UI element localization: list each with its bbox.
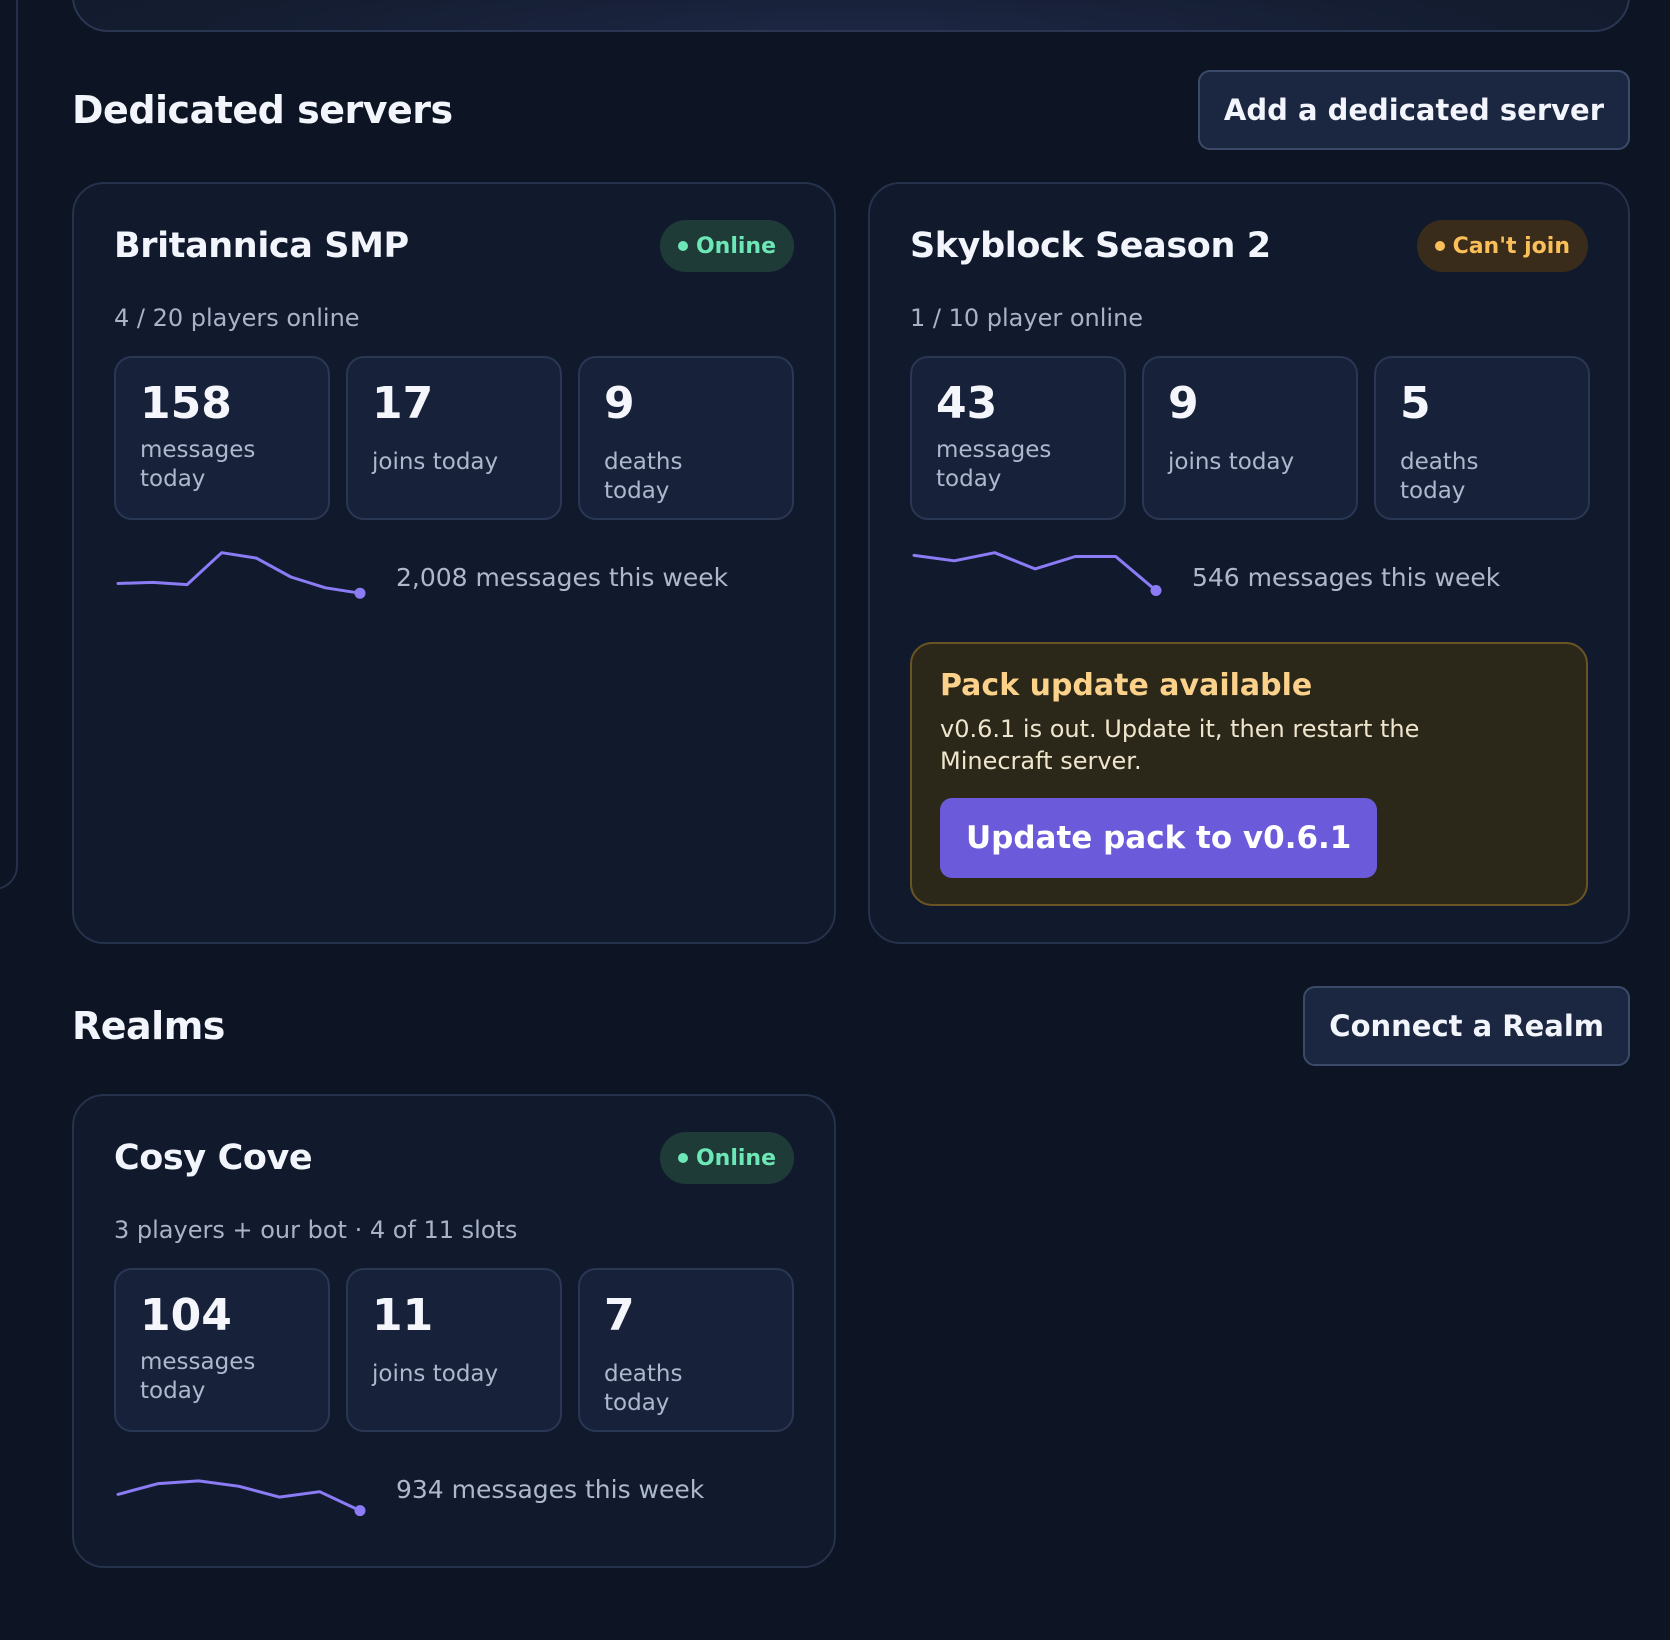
sparkline-path	[116, 551, 362, 595]
stat-value: 9	[604, 378, 635, 429]
notice-body: v0.6.1 is out. Update it, then restart t…	[940, 715, 1420, 776]
card-header: Cosy Cove Online	[114, 1132, 794, 1184]
connect-realm-button[interactable]: Connect a Realm	[1303, 986, 1630, 1066]
update-pack-button[interactable]: Update pack to v0.6.1	[940, 797, 1378, 878]
stat-joins: 17 joins today	[346, 356, 562, 520]
status-dot-icon	[1434, 241, 1445, 251]
weekly-activity: 2,008 messages this week	[114, 542, 728, 612]
server-name: Skyblock Season 2	[910, 226, 1271, 266]
sidebar-edge	[0, 0, 18, 890]
stat-deaths: 7 deaths today	[578, 1268, 794, 1432]
stat-messages: 43 messages today	[910, 356, 1126, 520]
stat-value: 7	[604, 1290, 635, 1341]
stat-label: joins today	[372, 449, 499, 476]
previous-panel-edge	[72, 0, 1630, 32]
sparkline-chart	[912, 551, 1162, 596]
sparkline-end-point	[1150, 585, 1162, 596]
players-online: 4 / 20 players online	[114, 304, 360, 332]
server-name: Britannica SMP	[114, 226, 409, 266]
sparkline-chart	[116, 1479, 366, 1517]
stat-deaths: 9 deaths today	[578, 356, 794, 520]
stat-joins: 11 joins today	[346, 1268, 562, 1432]
stat-value: 9	[1168, 378, 1199, 429]
sparkline-end-point	[354, 587, 366, 599]
stat-label: messages today	[936, 437, 1052, 493]
notice-title: Pack update available	[940, 668, 1313, 703]
server-card-britannica[interactable]: Britannica SMP Online 4 / 20 players onl…	[72, 182, 836, 944]
sparkline-end-point	[354, 1505, 366, 1517]
realms-header: Realms Connect a Realm	[72, 986, 1630, 1066]
add-dedicated-server-button[interactable]: Add a dedicated server	[1197, 70, 1630, 150]
sparkline-path	[912, 551, 1158, 592]
stat-label: joins today	[372, 1361, 499, 1388]
stat-messages: 104 messages today	[114, 1268, 330, 1432]
weekly-activity: 934 messages this week	[114, 1454, 704, 1524]
status-text: Can't join	[1452, 233, 1570, 259]
stats-row: 43 messages today 9 joins today 5 deaths…	[910, 356, 1590, 520]
stat-label: joins today	[1168, 449, 1295, 476]
status-dot-icon	[677, 1153, 688, 1163]
stat-deaths: 5 deaths today	[1374, 356, 1590, 520]
status-badge: Online	[659, 1132, 794, 1184]
stat-value: 17	[372, 378, 434, 429]
stat-messages: 158 messages today	[114, 356, 330, 520]
weekly-messages: 546 messages this week	[1192, 562, 1501, 592]
realm-card-cosy-cove[interactable]: Cosy Cove Online 3 players + our bot · 4…	[72, 1094, 836, 1568]
weekly-messages: 934 messages this week	[396, 1474, 705, 1504]
stat-value: 43	[936, 378, 998, 429]
realm-name: Cosy Cove	[114, 1138, 313, 1178]
stat-value: 104	[140, 1290, 232, 1341]
status-badge: Online	[659, 220, 794, 272]
dedicated-servers-header: Dedicated servers Add a dedicated server	[72, 70, 1630, 150]
sparkline-path	[116, 1479, 362, 1513]
stat-value: 5	[1400, 378, 1431, 429]
section-title-realms: Realms	[72, 1004, 225, 1048]
sparkline-chart	[116, 551, 366, 599]
card-header: Britannica SMP Online	[114, 220, 794, 272]
server-card-skyblock[interactable]: Skyblock Season 2 Can't join 1 / 10 play…	[868, 182, 1630, 944]
card-header: Skyblock Season 2 Can't join	[910, 220, 1588, 272]
status-badge: Can't join	[1416, 220, 1588, 272]
stat-label: messages today	[140, 437, 256, 493]
section-title-dedicated: Dedicated servers	[72, 88, 453, 132]
weekly-activity: 546 messages this week	[910, 542, 1500, 612]
stat-label: messages today	[140, 1349, 256, 1405]
stat-value: 11	[372, 1290, 434, 1341]
status-text: Online	[695, 233, 776, 259]
weekly-messages: 2,008 messages this week	[396, 562, 729, 592]
pack-update-notice: Pack update available v0.6.1 is out. Upd…	[910, 642, 1588, 906]
stat-label: deaths today	[1400, 449, 1479, 505]
realm-slots: 3 players + our bot · 4 of 11 slots	[114, 1216, 518, 1244]
players-online: 1 / 10 player online	[910, 304, 1144, 332]
status-dot-icon	[677, 241, 688, 251]
stat-value: 158	[140, 378, 232, 429]
stat-label: deaths today	[604, 1361, 683, 1417]
stat-label: deaths today	[604, 449, 683, 505]
status-text: Online	[695, 1145, 776, 1171]
stat-joins: 9 joins today	[1142, 356, 1358, 520]
stats-row: 104 messages today 11 joins today 7 deat…	[114, 1268, 794, 1432]
stats-row: 158 messages today 17 joins today 9 deat…	[114, 356, 794, 520]
